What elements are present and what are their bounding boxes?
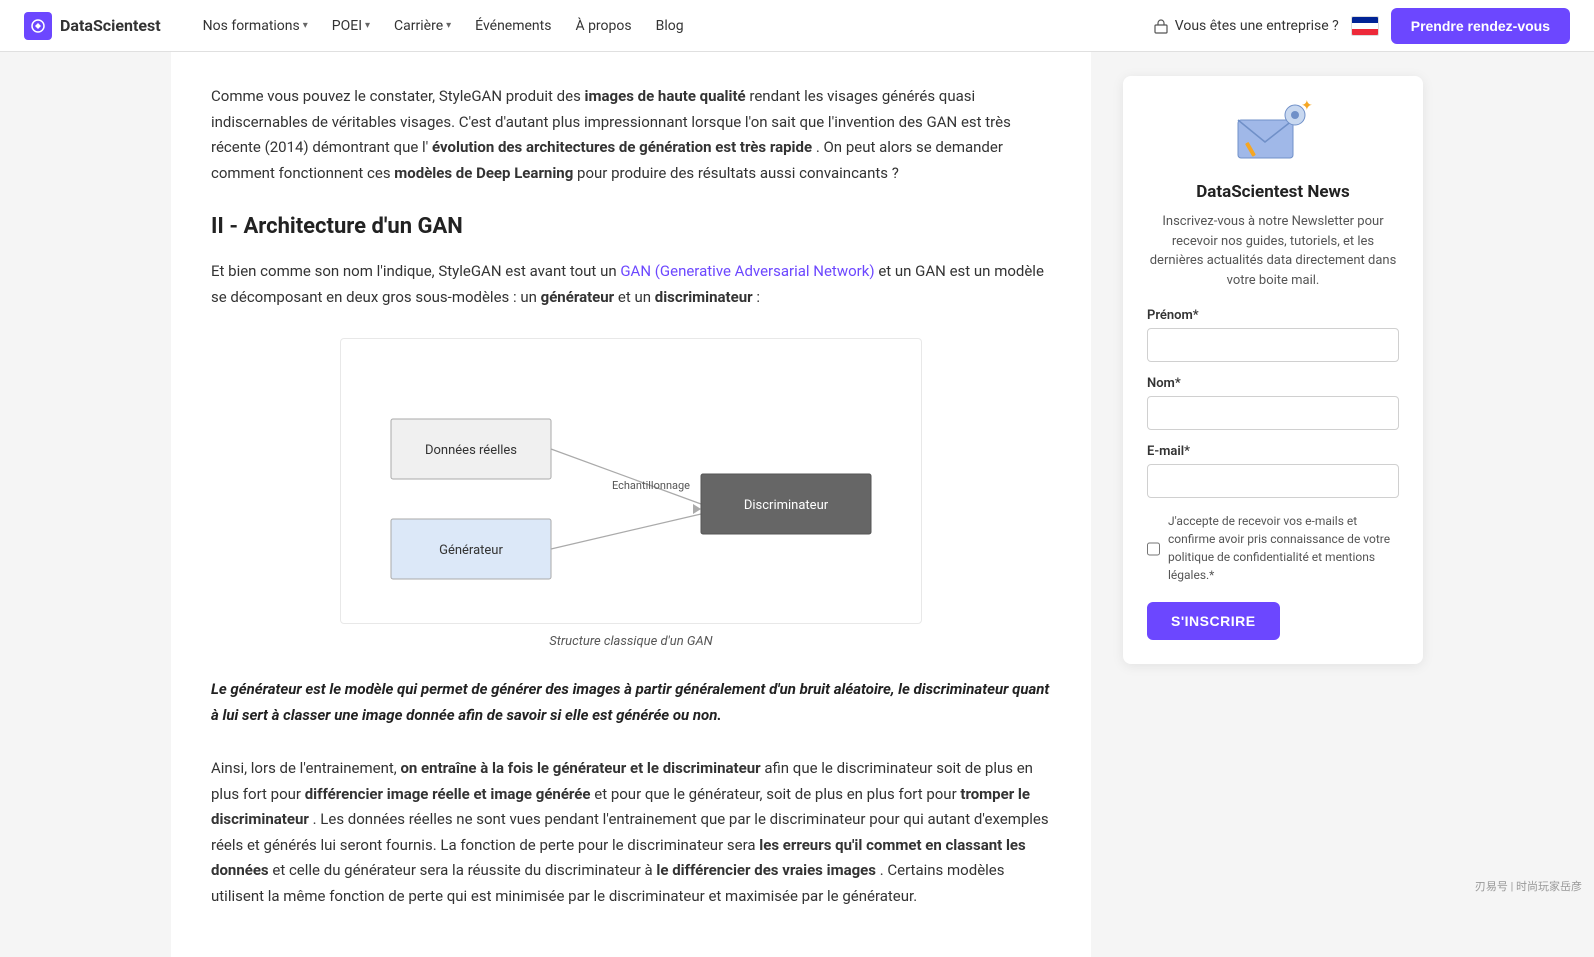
svg-text:Echantillonnage: Echantillonnage: [612, 479, 690, 492]
chevron-down-icon: ▾: [446, 20, 451, 31]
page-container: Comme vous pouvez le constater, StyleGAN…: [147, 52, 1447, 957]
language-flag[interactable]: [1351, 16, 1379, 36]
diagram-caption: Structure classique d'un GAN: [549, 634, 712, 649]
nav-item-formations[interactable]: Nos formations ▾: [193, 12, 318, 40]
email-input[interactable]: [1147, 464, 1399, 498]
prenom-label: Prénom*: [1147, 308, 1399, 323]
nom-group: Nom*: [1147, 376, 1399, 430]
logo[interactable]: DataScientest: [24, 12, 161, 40]
newsletter-card: ✦ DataScientest News Inscrivez-vous à no…: [1123, 76, 1423, 664]
newsletter-icon: ✦: [1147, 100, 1399, 170]
nom-label: Nom*: [1147, 376, 1399, 391]
nav-item-poei[interactable]: POEI ▾: [322, 12, 380, 40]
consent-checkbox[interactable]: [1147, 514, 1160, 584]
prenom-input[interactable]: [1147, 328, 1399, 362]
main-content: Comme vous pouvez le constater, StyleGAN…: [171, 52, 1091, 957]
nav-links: Nos formations ▾ POEI ▾ Carrière ▾ Événe…: [193, 12, 1153, 40]
email-label: E-mail*: [1147, 444, 1399, 459]
nav-item-blog[interactable]: Blog: [646, 12, 694, 40]
chevron-down-icon: ▾: [365, 20, 370, 31]
nav-right: Vous êtes une entreprise ? Prendre rende…: [1153, 8, 1570, 44]
nav-item-carriere[interactable]: Carrière ▾: [384, 12, 461, 40]
newsletter-title: DataScientest News: [1147, 182, 1399, 202]
prenom-group: Prénom*: [1147, 308, 1399, 362]
svg-text:Discriminateur: Discriminateur: [744, 498, 829, 513]
section-paragraph-1: Et bien comme son nom l'indique, StyleGA…: [211, 259, 1051, 310]
diagram-container: Données réelles Générateur Echantillonna…: [211, 338, 1051, 649]
svg-text:Données réelles: Données réelles: [425, 443, 517, 458]
logo-icon: [24, 12, 52, 40]
rdv-button[interactable]: Prendre rendez-vous: [1391, 8, 1570, 44]
navigation: DataScientest Nos formations ▾ POEI ▾ Ca…: [0, 0, 1594, 52]
bottom-paragraph: Ainsi, lors de l'entrainement, on entraî…: [211, 756, 1051, 909]
consent-group: J'accepte de recevoir vos e-mails et con…: [1147, 512, 1399, 584]
newsletter-description: Inscrivez-vous à notre Newsletter pour r…: [1147, 212, 1399, 290]
intro-paragraph: Comme vous pouvez le constater, StyleGAN…: [211, 84, 1051, 186]
watermark: 刃易号 | 时尚玩家岳彦: [1475, 878, 1582, 894]
logo-text: DataScientest: [60, 16, 161, 35]
nav-item-evenements[interactable]: Événements: [465, 12, 561, 40]
subscribe-button[interactable]: S'INSCRIRE: [1147, 602, 1280, 640]
consent-label: J'accepte de recevoir vos e-mails et con…: [1168, 512, 1399, 584]
gan-link[interactable]: GAN (Generative Adversarial Network): [620, 262, 874, 280]
nav-item-apropos[interactable]: À propos: [565, 12, 641, 40]
diagram: Données réelles Générateur Echantillonna…: [340, 338, 922, 624]
sidebar: ✦ DataScientest News Inscrivez-vous à no…: [1123, 52, 1423, 957]
email-group: E-mail*: [1147, 444, 1399, 498]
svg-text:✦: ✦: [1301, 100, 1313, 114]
svg-text:Générateur: Générateur: [439, 543, 503, 558]
chevron-down-icon: ▾: [303, 20, 308, 31]
enterprise-link[interactable]: Vous êtes une entreprise ?: [1153, 18, 1339, 34]
key-paragraph: Le générateur est le modèle qui permet d…: [211, 677, 1051, 728]
nom-input[interactable]: [1147, 396, 1399, 430]
section-title: II - Architecture d'un GAN: [211, 214, 1051, 239]
enterprise-icon: [1153, 18, 1169, 34]
